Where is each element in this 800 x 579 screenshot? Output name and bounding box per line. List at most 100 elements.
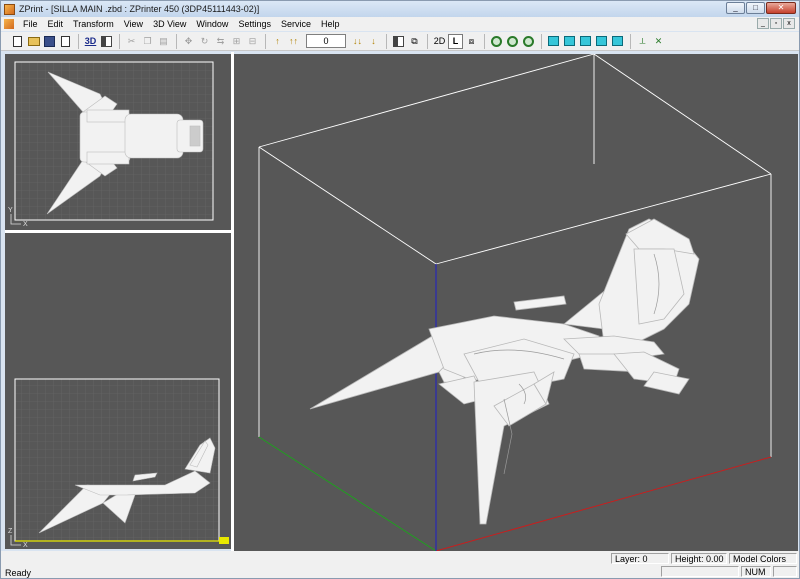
minimize-button[interactable]: _ [726,2,745,14]
menu-settings[interactable]: Settings [233,17,276,31]
doc-restore-button[interactable]: ▫ [770,18,782,29]
top-axis-x-label: X [23,221,28,228]
layer-up-icon: ↑ [275,35,280,46]
mode-l-label: L [452,35,459,46]
list-button[interactable] [99,34,114,49]
window-title: ZPrint - [SILLA MAIN .zbd : ZPrinter 450… [19,4,260,14]
menu-help[interactable]: Help [316,17,345,31]
measure-button[interactable]: ⟂ [635,34,650,49]
paste-button[interactable]: ▤ [156,34,171,49]
layer-bottom-button[interactable]: ↓ [366,34,381,49]
top-viewport[interactable]: Y X [5,54,231,230]
view-top-icon [548,36,559,46]
scale-icon: ⊞ [232,35,241,46]
status-num: NUM [741,566,771,577]
menu-file[interactable]: File [18,17,43,31]
3d-view-button[interactable]: 3D [83,34,98,49]
mode-l-button[interactable]: L [448,33,463,49]
zoom-out-button[interactable] [505,34,520,49]
view-iso-button[interactable] [594,34,609,49]
zoom-fit-icon [523,35,534,47]
app-window: ZPrint - [SILLA MAIN .zbd : ZPrinter 450… [0,0,800,579]
status-model-colors: Model Colors [729,553,797,564]
layer-input[interactable]: 0 [306,34,346,48]
wireframe-icon: ⧈ [468,35,475,46]
toolbar-separator [265,33,266,49]
top-axis-y-label: Y [8,207,13,214]
doc-close-button[interactable]: x [783,18,795,29]
mode-2d-button[interactable]: 2D [432,34,447,49]
align-icon: ⊟ [248,35,257,46]
mirror-icon: ⇆ [216,35,225,46]
import-button[interactable] [58,34,73,49]
toolbar-separator [176,33,177,49]
new-button[interactable] [10,34,25,49]
list-icon [101,35,112,47]
save-button[interactable] [42,34,57,49]
menu-window[interactable]: Window [191,17,233,31]
status-layer: Layer: 0 [611,553,669,564]
layer-up-button[interactable]: ↑ [270,34,285,49]
slice-icon [393,35,404,47]
front-viewport[interactable]: Z X [5,233,231,549]
slice-button[interactable] [391,34,406,49]
view-iso-icon [596,36,607,46]
menu-bar: File Edit Transform View 3D View Window … [1,17,799,31]
status-empty-pane [661,566,739,577]
build-plate-front [14,378,220,542]
align-button[interactable]: ⊟ [245,34,260,49]
menu-3d-view[interactable]: 3D View [148,17,191,31]
3d-viewport[interactable] [234,54,798,551]
toolbar-separator [386,33,387,49]
rotate-button[interactable]: ↻ [197,34,212,49]
maximize-button[interactable]: □ [746,2,765,14]
zoom-in-button[interactable] [489,34,504,49]
menu-transform[interactable]: Transform [68,17,119,31]
layer-top-button[interactable]: ↑↑ [286,34,301,49]
toolbar: 3D ✂ ❐ ▤ ✥ ↻ ⇆ ⊞ ⊟ ↑ ↑↑ 0 ↓↓ ↓ ⧉ 2D L ⧈ [1,32,799,51]
cut-button[interactable]: ✂ [124,34,139,49]
scale-button[interactable]: ⊞ [229,34,244,49]
zoom-fit-button[interactable] [521,34,536,49]
front-axis-x-label: X [23,542,28,549]
toolbar-separator [119,33,120,49]
layer-down-button[interactable]: ↓↓ [350,34,365,49]
doc-minimize-button[interactable]: _ [757,18,769,29]
clone-button[interactable]: ⧉ [407,34,422,49]
menu-service[interactable]: Service [276,17,316,31]
mirror-button[interactable]: ⇆ [213,34,228,49]
clone-icon: ⧉ [411,35,418,46]
menu-view[interactable]: View [119,17,148,31]
layer-down-icon: ↓↓ [353,35,362,46]
document-icon[interactable] [4,19,14,29]
axis-y-line [258,436,437,551]
move-button[interactable]: ✥ [181,34,196,49]
model-3d [309,218,700,525]
status-height: Height: 0.00 mm [671,553,727,574]
paste-icon: ▤ [159,35,168,46]
toolbar-separator [484,33,485,49]
title-bar[interactable]: ZPrint - [SILLA MAIN .zbd : ZPrinter 450… [1,1,799,17]
view-top-button[interactable] [546,34,561,49]
menu-edit[interactable]: Edit [43,17,69,31]
open-button[interactable] [26,34,41,49]
top-view-canvas: Y X [8,61,214,228]
view-front-button[interactable] [562,34,577,49]
close-button[interactable]: ✕ [766,2,796,14]
layer-top-icon: ↑↑ [289,35,298,46]
toolbar-separator [78,33,79,49]
save-icon [44,35,55,47]
view-cube-icon [612,36,623,46]
app-icon [4,3,15,15]
3d-view-canvas [258,54,772,551]
view-side-button[interactable] [578,34,593,49]
rotate-icon: ↻ [200,35,209,46]
front-baseline-marker [219,537,229,544]
wireframe-button[interactable]: ⧈ [464,34,479,49]
status-ready: Ready [5,568,32,578]
view-cube-button[interactable] [610,34,625,49]
copy-button[interactable]: ❐ [140,34,155,49]
zoom-out-icon [507,35,518,47]
tool-button[interactable]: ✕ [651,34,666,49]
cut-icon: ✂ [127,35,136,46]
